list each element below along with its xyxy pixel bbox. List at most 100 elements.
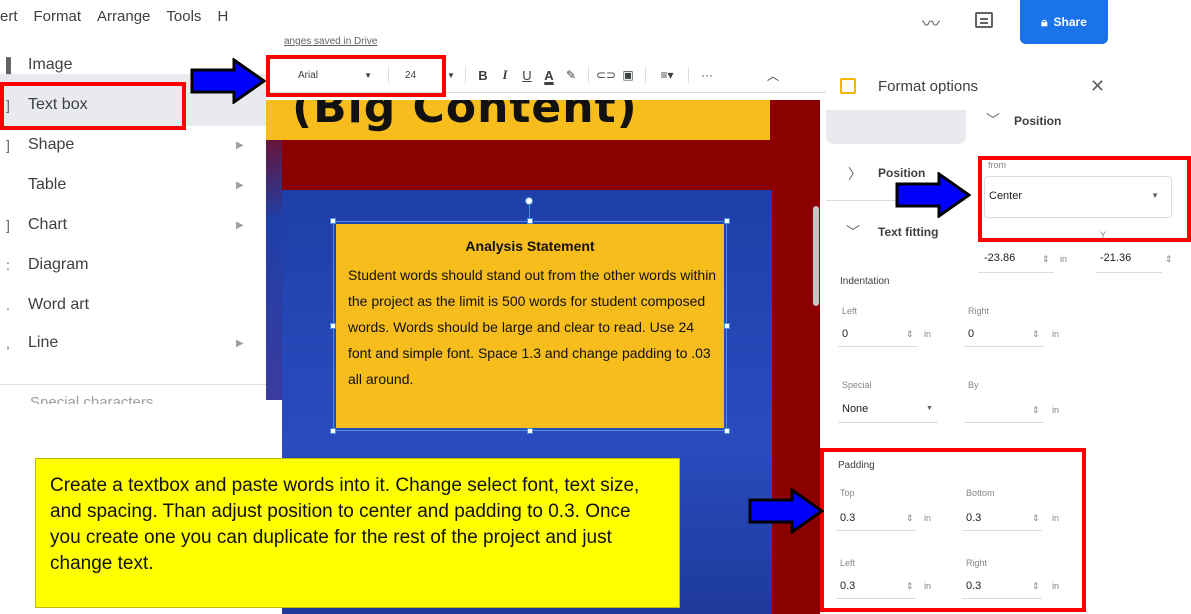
padding-right-label: Right <box>966 558 988 568</box>
indent-right-value[interactable]: 0 <box>968 328 974 340</box>
padding-top-label: Top <box>840 488 855 498</box>
image-icon: ▌ <box>6 57 16 73</box>
menu-item-diagram[interactable]: : Diagram <box>0 250 266 280</box>
chevron-down-icon[interactable]: ﹀ <box>846 222 860 242</box>
arrow-to-font-icon <box>190 58 266 104</box>
unit-label: in <box>1060 254 1068 264</box>
resize-handle[interactable] <box>330 428 336 434</box>
unit-label: in <box>1052 581 1060 591</box>
resize-handle[interactable] <box>724 323 730 329</box>
chevron-right-icon[interactable]: 〉 <box>848 164 862 184</box>
shape-icon: ] <box>6 137 10 153</box>
field-line <box>964 346 1044 347</box>
more-options-button[interactable]: ··· <box>695 63 719 87</box>
padding-right-value[interactable]: 0.3 <box>966 580 981 592</box>
close-icon[interactable]: ✕ <box>1090 76 1105 97</box>
menu-help[interactable]: H <box>217 8 228 36</box>
field-line <box>836 598 916 599</box>
slide-title-banner[interactable]: (Big Content) <box>266 100 770 140</box>
menu-arrange[interactable]: Arrange <box>97 8 150 36</box>
underline-button[interactable]: U <box>516 63 538 87</box>
y-label: Y <box>1100 230 1107 240</box>
resize-handle[interactable] <box>527 428 533 434</box>
resize-handle[interactable] <box>330 218 336 224</box>
rotate-handle[interactable] <box>525 197 533 205</box>
menu-bar: ert Format Arrange Tools H <box>0 8 228 36</box>
padding-bottom-value[interactable]: 0.3 <box>966 512 981 524</box>
activity-trend-icon[interactable]: 〰 <box>922 10 946 34</box>
bold-button[interactable]: B <box>472 63 494 87</box>
indent-right-label: Right <box>968 306 990 316</box>
stepper-icon[interactable]: ⇕ <box>1042 254 1050 265</box>
padding-heading: Padding <box>838 460 875 471</box>
comment-icon[interactable] <box>975 12 993 28</box>
submenu-arrow-icon: ▶ <box>236 337 244 349</box>
field-line <box>836 530 916 531</box>
unit-label: in <box>924 581 932 591</box>
stepper-icon[interactable]: ⇕ <box>906 329 914 340</box>
share-button[interactable]: 🔒︎ Share <box>1020 0 1108 44</box>
slide-left-strip <box>266 100 282 400</box>
menu-item-table[interactable]: Table ▶ <box>0 170 266 200</box>
stepper-icon[interactable]: ⇕ <box>1032 581 1040 592</box>
menu-divider <box>0 384 266 385</box>
vertical-scrollbar[interactable] <box>813 206 819 306</box>
resize-handle[interactable] <box>724 428 730 434</box>
format-options-title: Format options <box>878 78 979 95</box>
padding-left-value[interactable]: 0.3 <box>840 580 855 592</box>
stepper-icon[interactable]: ⇕ <box>1032 513 1040 524</box>
align-icon[interactable]: ≡▾ <box>652 63 682 87</box>
menu-tools[interactable]: Tools <box>166 8 201 36</box>
stepper-icon[interactable]: ⇕ <box>1165 254 1173 265</box>
y-value[interactable]: -21.36 <box>1100 252 1131 264</box>
special-label: Special <box>842 380 872 390</box>
menu-item-chart[interactable]: ] Chart ▶ <box>0 210 266 240</box>
panel-scroll-shadow <box>826 110 966 144</box>
callout-position-highlight <box>978 156 1191 242</box>
menu-item-word-art[interactable]: . Word art <box>0 290 266 320</box>
chevron-down-icon[interactable]: ▼ <box>926 405 933 412</box>
unit-label: in <box>924 513 932 523</box>
stepper-icon[interactable]: ⇕ <box>1032 405 1040 416</box>
lock-icon: 🔒︎ <box>1041 14 1048 29</box>
stepper-icon[interactable]: ⇕ <box>906 581 914 592</box>
special-select[interactable]: None <box>842 403 868 415</box>
field-line <box>962 598 1042 599</box>
callout-text-box-highlight <box>0 82 186 130</box>
stepper-icon[interactable]: ⇕ <box>906 513 914 524</box>
menu-item-line[interactable]: , Line ▶ <box>0 328 266 358</box>
selection-outline <box>330 218 730 434</box>
link-icon[interactable]: ⊂⊃ <box>595 63 617 87</box>
highlight-pen-icon[interactable]: ✎ <box>560 63 582 87</box>
menu-item-special-characters[interactable]: Special characters <box>30 392 266 404</box>
collapse-toolbar-icon[interactable]: ︿ <box>719 63 779 87</box>
submenu-arrow-icon: ▶ <box>236 179 244 191</box>
indentation-heading: Indentation <box>840 276 890 287</box>
save-status[interactable]: anges saved in Drive <box>284 36 377 47</box>
arrow-to-position-icon <box>895 172 971 218</box>
italic-button[interactable]: I <box>494 63 516 87</box>
unit-label: in <box>1052 329 1060 339</box>
resize-handle[interactable] <box>724 218 730 224</box>
indent-left-value[interactable]: 0 <box>842 328 848 340</box>
x-value[interactable]: -23.86 <box>984 252 1015 264</box>
menu-insert[interactable]: ert <box>0 8 18 36</box>
word-art-icon: . <box>6 297 10 313</box>
menu-item-shape[interactable]: ] Shape ▶ <box>0 130 266 160</box>
text-fitting-section[interactable]: Text fitting <box>878 225 938 239</box>
resize-handle[interactable] <box>330 323 336 329</box>
menu-format[interactable]: Format <box>34 8 82 36</box>
unit-label: in <box>1052 405 1060 415</box>
comment-add-icon[interactable]: ▣ <box>617 63 639 87</box>
field-line <box>838 422 938 423</box>
padding-top-value[interactable]: 0.3 <box>840 512 855 524</box>
text-color-button[interactable]: A <box>538 63 560 87</box>
resize-handle[interactable] <box>527 218 533 224</box>
padding-left-label: Left <box>840 558 856 568</box>
stepper-icon[interactable]: ⇕ <box>1032 329 1040 340</box>
line-icon: , <box>6 335 10 351</box>
chevron-down-icon[interactable]: ﹀ <box>986 110 1000 130</box>
position-section[interactable]: Position <box>1014 114 1061 128</box>
format-options-icon <box>840 78 856 94</box>
callout-font-highlight <box>266 55 446 97</box>
